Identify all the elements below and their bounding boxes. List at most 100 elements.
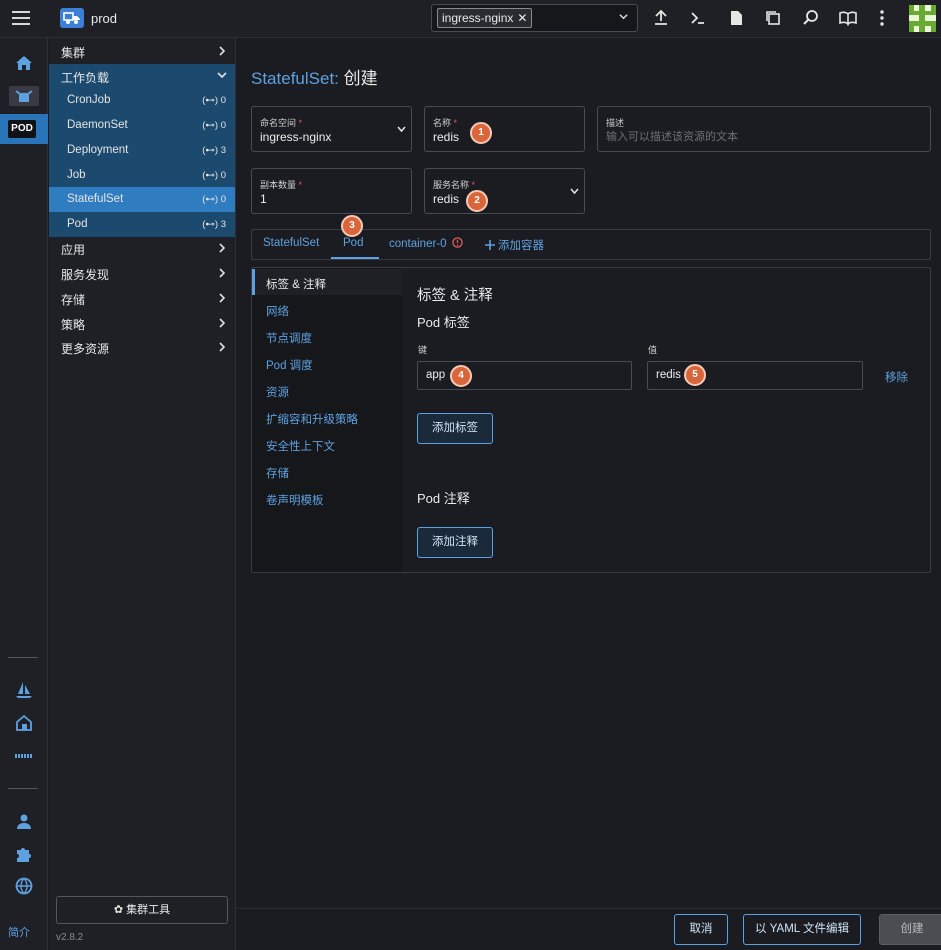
- sidebar-item-label: Deployment: [67, 144, 129, 156]
- panel-nav: 标签 & 注释 网络 节点调度 Pod 调度 资源 扩缩容和升级策略 安全性上下…: [252, 268, 402, 572]
- global-settings-button[interactable]: [0, 873, 48, 899]
- page-title-kind[interactable]: StatefulSet:: [251, 69, 339, 88]
- sidebar-item-deployment[interactable]: Deployment (⊷) 3: [49, 138, 235, 163]
- virtualization-button[interactable]: [0, 710, 48, 736]
- panel-nav-network[interactable]: 网络: [252, 296, 402, 322]
- chevron-down-icon[interactable]: [619, 12, 628, 21]
- nav-group-label: 集群: [61, 46, 86, 60]
- create-button[interactable]: 创建: [879, 914, 941, 945]
- nav-group-workload[interactable]: 工作负载: [49, 64, 235, 88]
- edit-as-yaml-button[interactable]: 以 YAML 文件编辑: [743, 914, 861, 945]
- resource-count: (⊷) 0: [202, 95, 226, 106]
- users-button[interactable]: [0, 808, 48, 834]
- version-label: v2.8.2: [56, 932, 84, 943]
- tab-pod[interactable]: Pod: [343, 237, 363, 249]
- label-value-input[interactable]: redis: [647, 361, 863, 390]
- search-icon[interactable]: [801, 8, 821, 28]
- resource-count: (⊷) 3: [202, 219, 226, 230]
- value-column-label: 值: [648, 345, 658, 355]
- key-column-label: 键: [418, 345, 428, 355]
- house-cloud-icon: [16, 714, 32, 731]
- sidebar-item-daemonset[interactable]: DaemonSet (⊷) 0: [49, 113, 235, 138]
- cluster-logo-icon: [60, 8, 84, 28]
- file-icon[interactable]: [726, 8, 746, 28]
- chevron-right-icon: [219, 46, 226, 56]
- chevron-right-icon: [219, 318, 226, 328]
- copy-icon[interactable]: [763, 8, 783, 28]
- name-value: redis: [433, 130, 460, 144]
- pod-annotations-title: Pod 注释: [417, 491, 470, 506]
- sidebar-item-statefulset[interactable]: StatefulSet (⊷) 0: [49, 187, 235, 212]
- panel-nav-scaling-upgrade[interactable]: 扩缩容和升级策略: [252, 404, 402, 430]
- nav-group-storage[interactable]: 存储: [49, 286, 236, 310]
- cluster-tools-button[interactable]: ✿ 集群工具: [56, 896, 228, 924]
- nav-group-more-resources[interactable]: 更多资源: [49, 335, 236, 359]
- nav-group-label: 应用: [61, 243, 86, 257]
- panel-nav-labels-annotations[interactable]: 标签 & 注释: [252, 269, 402, 295]
- extensions-chain-button[interactable]: [0, 743, 48, 769]
- tab-container-label: container-0: [389, 238, 447, 250]
- panel-nav-resources[interactable]: 资源: [252, 377, 402, 403]
- sidebar-item-label: CronJob: [67, 94, 111, 106]
- menu-icon[interactable]: [12, 11, 30, 27]
- chevron-down-icon: [217, 72, 227, 79]
- book-icon[interactable]: [838, 8, 858, 28]
- terminal-icon[interactable]: [688, 8, 708, 28]
- more-vertical-icon[interactable]: [872, 8, 892, 28]
- namespace-chip[interactable]: ingress-nginx ✕: [437, 8, 533, 28]
- nav-group-policy[interactable]: 策略: [49, 311, 236, 335]
- chevron-right-icon: [219, 268, 226, 278]
- nav-group-label: 工作负载: [61, 71, 110, 85]
- remove-label-button[interactable]: 移除: [885, 369, 908, 385]
- chevron-right-icon: [219, 342, 226, 352]
- cancel-button[interactable]: 取消: [674, 914, 728, 945]
- error-icon: [452, 237, 463, 248]
- intro-link[interactable]: 简介: [8, 924, 30, 940]
- panel-nav-storage[interactable]: 存储: [252, 458, 402, 484]
- panel-nav-label: 卷声明模板: [266, 495, 324, 507]
- service-name-select[interactable]: 服务名称 * redis: [424, 168, 585, 214]
- close-icon[interactable]: ✕: [517, 11, 527, 25]
- add-container-button[interactable]: 添加容器: [485, 237, 544, 253]
- panel-nav-node-scheduling[interactable]: 节点调度: [252, 323, 402, 349]
- sidebar-item-pod[interactable]: Pod (⊷) 3: [49, 212, 235, 237]
- replicas-field[interactable]: 副本数量 * 1: [251, 168, 412, 214]
- panel-nav-pod-scheduling[interactable]: Pod 调度: [252, 350, 402, 376]
- namespace-value: ingress-nginx: [260, 130, 332, 144]
- user-icon: [17, 814, 31, 829]
- panel-nav-label: Pod 调度: [266, 360, 313, 372]
- add-annotation-button[interactable]: 添加注释: [417, 527, 493, 558]
- resource-count: (⊷) 3: [202, 145, 226, 156]
- namespace-filter[interactable]: ingress-nginx ✕: [431, 4, 638, 32]
- workload-section: 工作负载 CronJob (⊷) 0 DaemonSet (⊷) 0 Deplo…: [49, 64, 235, 237]
- cluster-explorer-button[interactable]: [0, 83, 48, 109]
- panel-nav-security-context[interactable]: 安全性上下文: [252, 431, 402, 457]
- namespace-select[interactable]: 命名空间 * ingress-nginx: [251, 106, 412, 152]
- callout-badge: 4: [450, 365, 472, 387]
- chain-icon: [15, 754, 33, 758]
- divider: [8, 788, 38, 789]
- home-button[interactable]: [0, 50, 48, 76]
- callout-badge: 2: [466, 190, 488, 212]
- user-avatar[interactable]: [909, 5, 936, 32]
- panel-nav-label: 扩缩容和升级策略: [266, 414, 358, 426]
- puzzle-icon: [17, 848, 31, 862]
- upload-icon[interactable]: [651, 8, 671, 28]
- callout-badge: 3: [341, 215, 363, 237]
- panel-nav-volume-claim-templates[interactable]: 卷声明模板: [252, 485, 402, 511]
- nav-group-apps[interactable]: 应用: [49, 236, 236, 260]
- nav-group-label: 存储: [61, 293, 86, 307]
- nav-group-cluster[interactable]: 集群: [49, 39, 236, 63]
- fleet-button[interactable]: [0, 677, 48, 703]
- nav-group-service-discovery[interactable]: 服务发现: [49, 261, 236, 285]
- extensions-button[interactable]: [0, 841, 48, 867]
- sidebar-item-cronjob[interactable]: CronJob (⊷) 0: [49, 88, 235, 113]
- tab-container[interactable]: container-0: [389, 237, 463, 250]
- pod-shortcut[interactable]: POD: [0, 114, 48, 144]
- field-label: 副本数量 *: [260, 180, 303, 190]
- description-field[interactable]: 描述 输入可以描述该资源的文本: [597, 106, 931, 152]
- tab-statefulset[interactable]: StatefulSet: [263, 237, 319, 249]
- add-label-button[interactable]: 添加标签: [417, 413, 493, 444]
- sidebar-item-job[interactable]: Job (⊷) 0: [49, 163, 235, 188]
- name-field[interactable]: 名称 * redis: [424, 106, 585, 152]
